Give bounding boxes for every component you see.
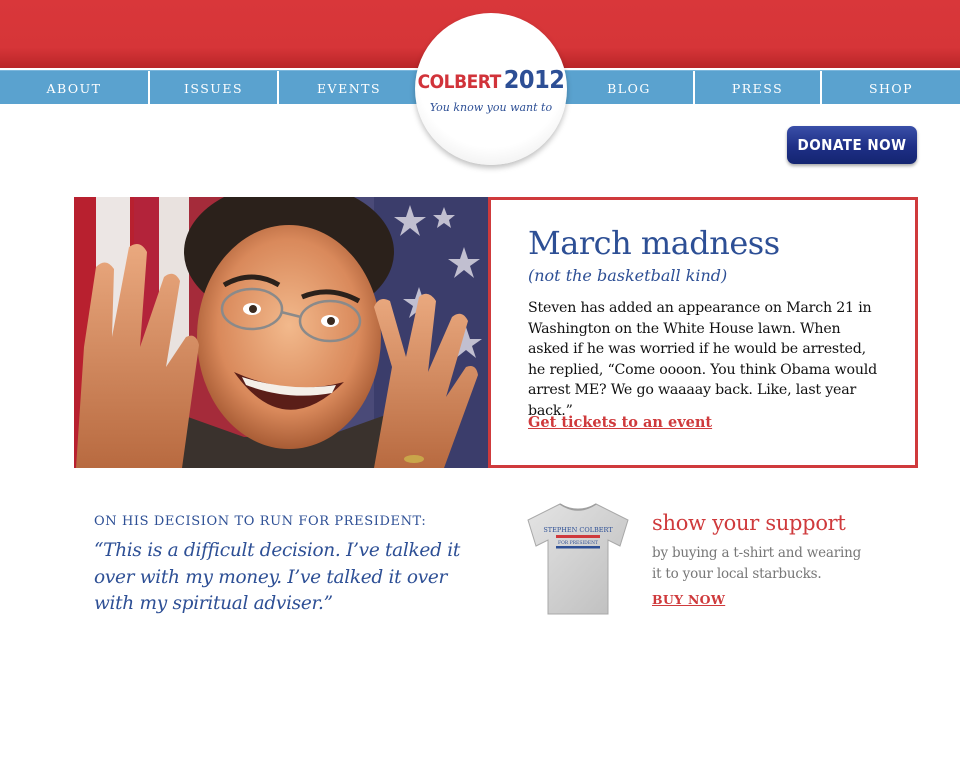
tshirt-image[interactable]: STEPHEN COLBERT FOR PRESIDENT [524, 500, 632, 618]
donate-button[interactable]: DONATE NOW [787, 126, 917, 164]
featured-title: March madness [528, 224, 780, 262]
tshirt-print-name: STEPHEN COLBERT [543, 526, 613, 534]
nav-blog[interactable]: BLOG [565, 71, 693, 105]
quote-heading: ON HIS DECISION TO RUN FOR PRESIDENT: [94, 514, 427, 529]
featured-news-box: March madness (not the basketball kind) … [488, 197, 918, 468]
nav-about[interactable]: ABOUT [0, 71, 148, 105]
nav-shop[interactable]: SHOP [822, 71, 960, 105]
featured-body: Steven has added an appearance on March … [528, 300, 877, 419]
buy-now-link[interactable]: BUY NOW [652, 592, 725, 607]
logo-name: COLBERT [417, 71, 502, 93]
campaign-logo[interactable]: COLBERT 2012 You know you want to [415, 13, 567, 165]
featured-subtitle: (not the basketball kind) [528, 266, 728, 285]
support-title: show your support [652, 511, 846, 535]
logo-year: 2012 [503, 65, 565, 94]
logo-wordmark: COLBERT 2012 [415, 65, 567, 94]
nav-events[interactable]: EVENTS [279, 71, 419, 105]
nav-press[interactable]: PRESS [695, 71, 820, 105]
nav-issues[interactable]: ISSUES [150, 71, 277, 105]
hero-photo [74, 197, 489, 468]
quote-text: “This is a difficult decision. I’ve talk… [94, 540, 460, 614]
tshirt-print-tagline: FOR PRESIDENT [558, 540, 598, 546]
support-text: by buying a t-shirt and wearing it to yo… [652, 545, 862, 582]
get-tickets-link[interactable]: Get tickets to an event [528, 414, 712, 431]
logo-tagline: You know you want to [429, 101, 553, 114]
